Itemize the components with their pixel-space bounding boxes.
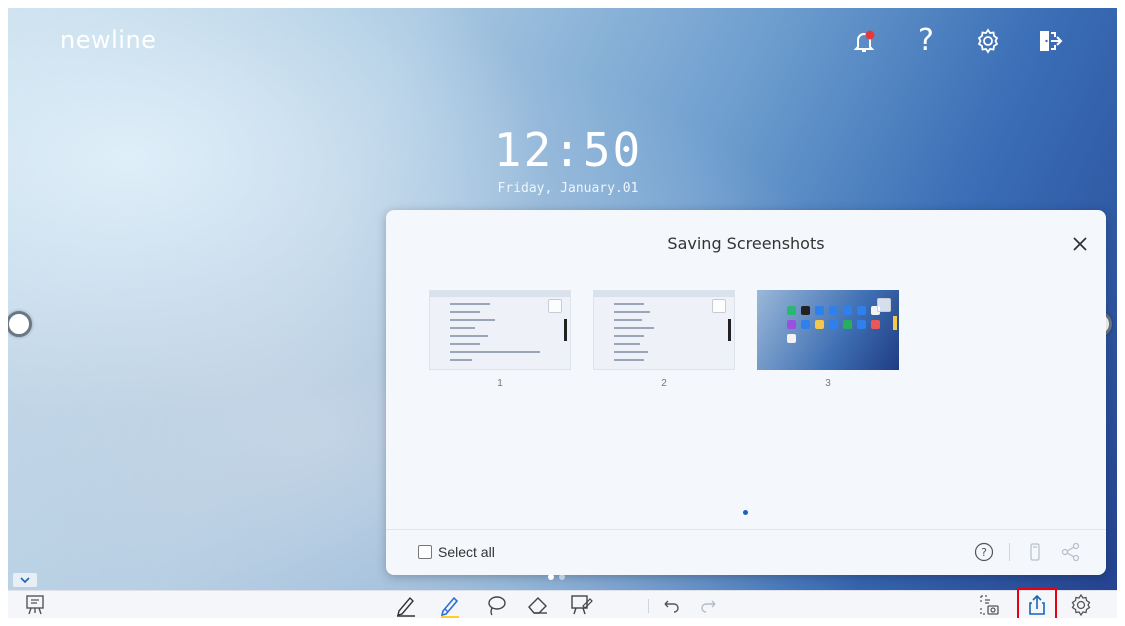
exit-icon[interactable] [1033,24,1067,58]
footer-actions: ? [973,541,1082,563]
thumbnail-image [593,290,735,370]
thumbnail-image [429,290,571,370]
screenshot-thumbnail-1[interactable]: 1 [429,290,571,389]
screenshot-thumbnail-3[interactable]: 3 [757,290,899,389]
redo-icon [701,600,716,613]
desktop-screen: newline ? 12:50 Friday, January.01 Savin… [8,8,1117,618]
thumbnail-label: 2 [661,378,667,389]
lasso-button[interactable] [483,592,509,618]
page-dot[interactable] [548,574,554,580]
toolbar-settings-button[interactable] [1068,592,1094,618]
settings-icon[interactable] [971,24,1005,58]
brand-logo: newline [60,26,157,54]
highlighter-pen-button[interactable] [437,592,463,618]
pager-dot[interactable] [743,510,748,515]
toolbar-collapse-button[interactable] [13,573,37,587]
svg-text:?: ? [981,546,987,559]
thumbnail-image [757,290,899,370]
lasso-icon [488,596,506,616]
pen-button[interactable] [393,592,419,618]
active-pen-indicator [441,616,459,618]
undo-button[interactable] [658,592,684,618]
chevron-down-icon [20,577,30,584]
usb-drive-icon[interactable] [1024,541,1046,563]
select-all-label: Select all [438,544,495,560]
highlighter-pen-icon [440,596,459,617]
thumbnail-label: 3 [825,378,831,389]
screenshot-button[interactable] [976,592,1002,618]
close-icon [1073,237,1087,251]
undo-icon [664,600,679,613]
share-upload-icon [1029,594,1045,615]
saving-screenshots-dialog: Saving Screenshots 1 2 3 Select all ? [386,210,1106,575]
toolbar-divider [648,599,649,613]
share-nodes-icon[interactable] [1060,541,1082,563]
pen-icon [397,596,415,617]
share-upload-button[interactable] [1024,592,1050,618]
close-button[interactable] [1068,232,1092,256]
whiteboard-button[interactable] [22,592,48,618]
page-indicator [548,574,565,580]
help-label: ? [918,23,934,58]
help-circle-icon[interactable]: ? [973,541,995,563]
whiteboard-board-button[interactable] [568,592,594,618]
clock-widget: 12:50 Friday, January.01 [478,123,658,196]
thumbnail-checkbox[interactable] [712,299,726,313]
thumbnail-label: 1 [497,378,503,389]
whiteboard-icon [26,595,44,615]
redo-button[interactable] [696,592,722,618]
bottom-toolbar [8,588,1117,618]
notification-bell-icon[interactable] [847,24,881,58]
footer-divider [1009,543,1010,561]
whiteboard-board-icon [571,595,593,615]
select-all-checkbox[interactable] [418,545,432,559]
eraser-button[interactable] [525,592,551,618]
dialog-title: Saving Screenshots [667,234,825,253]
eraser-icon [528,597,547,614]
thumbnail-checkbox[interactable] [548,299,562,313]
left-edge-handle[interactable] [8,311,32,337]
clock-date: Friday, January.01 [497,181,639,196]
settings-icon [1071,593,1091,617]
clock-time: 12:50 [493,123,643,177]
thumbnail-checkbox[interactable] [877,298,891,312]
dialog-footer: Select all ? [386,529,1106,575]
page-dot[interactable] [559,574,565,580]
top-icon-bar: ? [847,24,1067,58]
help-icon[interactable]: ? [909,24,943,58]
screenshot-icon [980,595,999,615]
screenshot-thumbnail-2[interactable]: 2 [593,290,735,389]
select-all-control[interactable]: Select all [418,544,495,560]
